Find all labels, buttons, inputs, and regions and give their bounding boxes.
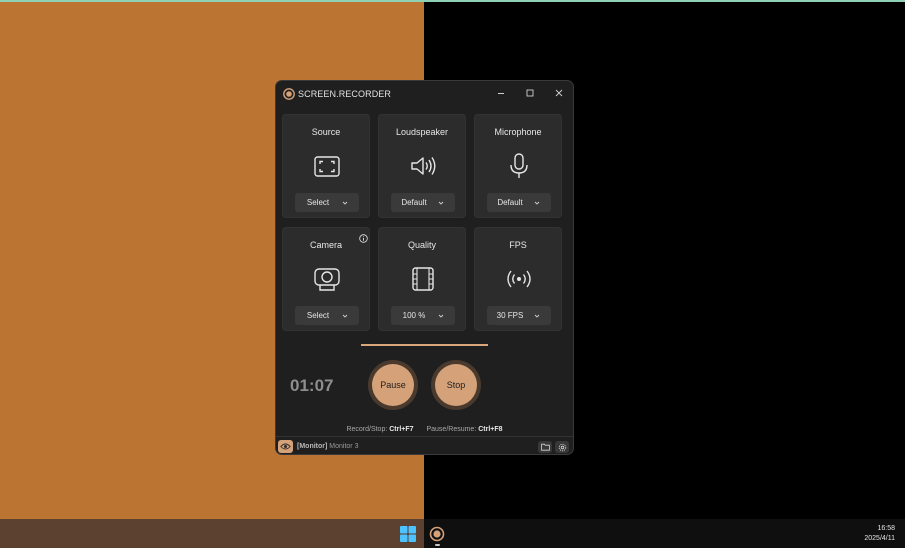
microphone-card: Microphone Default xyxy=(474,114,562,218)
recording-timer: 01:07 xyxy=(290,376,334,395)
open-folder-button[interactable] xyxy=(538,441,552,453)
source-value: Select xyxy=(306,198,330,207)
maximize-icon xyxy=(526,89,534,97)
speaker-icon xyxy=(411,157,436,175)
hotkey-hints: Record/Stop: Ctrl+F7 Pause/Resume: Ctrl+… xyxy=(276,426,573,433)
info-icon[interactable] xyxy=(359,234,368,243)
active-app-indicator xyxy=(435,544,440,546)
loudspeaker-title: Loudspeaker xyxy=(395,127,449,137)
maximize-button[interactable] xyxy=(518,84,542,102)
pause-hotkey-label: Pause/Resume: xyxy=(426,426,477,433)
windows-start-icon[interactable] xyxy=(399,525,417,543)
recording-progress-line xyxy=(361,344,488,346)
source-title: Source xyxy=(311,127,341,137)
fps-title: FPS xyxy=(509,240,527,250)
preview-toggle-button[interactable] xyxy=(278,440,293,453)
gear-icon xyxy=(558,443,566,451)
chevron-down-icon xyxy=(438,201,444,205)
title-bar[interactable]: SCREEN.RECORDER xyxy=(276,81,573,109)
camera-title: Camera xyxy=(309,240,342,250)
close-icon xyxy=(555,89,563,97)
chevron-down-icon xyxy=(342,201,348,205)
film-frame-icon xyxy=(412,267,434,291)
pause-hotkey: Ctrl+F8 xyxy=(478,426,503,433)
app-title: SCREEN.RECORDER xyxy=(298,89,392,99)
source-card: Source Select xyxy=(282,114,370,218)
fps-value: 30 FPS xyxy=(496,311,524,320)
microphone-dropdown[interactable]: Default xyxy=(487,193,551,212)
pause-button[interactable]: Pause xyxy=(372,364,414,406)
current-source: [Monitor] Monitor 3 xyxy=(297,443,358,450)
chevron-down-icon xyxy=(342,314,348,318)
quality-card: Quality 100 % xyxy=(378,227,466,331)
screen-capture-icon xyxy=(314,156,340,177)
source-dropdown[interactable]: Select xyxy=(295,193,359,212)
microphone-icon xyxy=(510,153,528,178)
loudspeaker-value: Default xyxy=(401,198,427,207)
microphone-value: Default xyxy=(497,198,523,207)
quality-dropdown[interactable]: 100 % xyxy=(391,306,455,325)
status-bar: [Monitor] Monitor 3 xyxy=(276,436,573,454)
taskbar-left-area xyxy=(0,519,424,548)
eye-icon xyxy=(280,443,291,450)
recorder-window: SCREEN.RECORDER Source Select Loudspeake… xyxy=(275,80,574,455)
record-hotkey-label: Record/Stop: xyxy=(346,426,388,433)
clock-date: 2025/4/11 xyxy=(864,535,895,542)
stop-button-ring: Stop xyxy=(431,360,481,410)
system-clock[interactable]: 16:58 2025/4/11 xyxy=(864,524,895,544)
settings-button[interactable] xyxy=(555,441,569,453)
record-hotkey: Ctrl+F7 xyxy=(389,426,414,433)
app-logo-icon xyxy=(283,88,295,100)
chevron-down-icon xyxy=(534,314,540,318)
chevron-down-icon xyxy=(438,314,444,318)
minimize-icon xyxy=(498,93,504,94)
camera-value: Select xyxy=(306,311,330,320)
screen-recorder-taskbar-icon[interactable] xyxy=(429,526,445,542)
fps-card: FPS 30 FPS xyxy=(474,227,562,331)
source-type: [Monitor] xyxy=(297,443,328,450)
quality-title: Quality xyxy=(407,240,436,250)
minimize-button[interactable] xyxy=(489,84,513,102)
microphone-title: Microphone xyxy=(494,127,542,137)
loudspeaker-card: Loudspeaker Default xyxy=(378,114,466,218)
pause-button-ring: Pause xyxy=(368,360,418,410)
folder-icon xyxy=(540,443,550,451)
broadcast-icon xyxy=(507,270,531,288)
chevron-down-icon xyxy=(534,201,540,205)
camera-dropdown[interactable]: Select xyxy=(295,306,359,325)
stop-button[interactable]: Stop xyxy=(435,364,477,406)
taskbar-right-area xyxy=(424,519,905,548)
webcam-icon xyxy=(314,268,340,291)
fps-dropdown[interactable]: 30 FPS xyxy=(487,306,551,325)
camera-card: Camera Select xyxy=(282,227,370,331)
source-name: Monitor 3 xyxy=(329,443,359,450)
quality-value: 100 % xyxy=(402,311,426,320)
clock-time: 16:58 xyxy=(877,525,895,532)
taskbar: 16:58 2025/4/11 xyxy=(0,519,905,548)
close-button[interactable] xyxy=(547,84,571,102)
loudspeaker-dropdown[interactable]: Default xyxy=(391,193,455,212)
